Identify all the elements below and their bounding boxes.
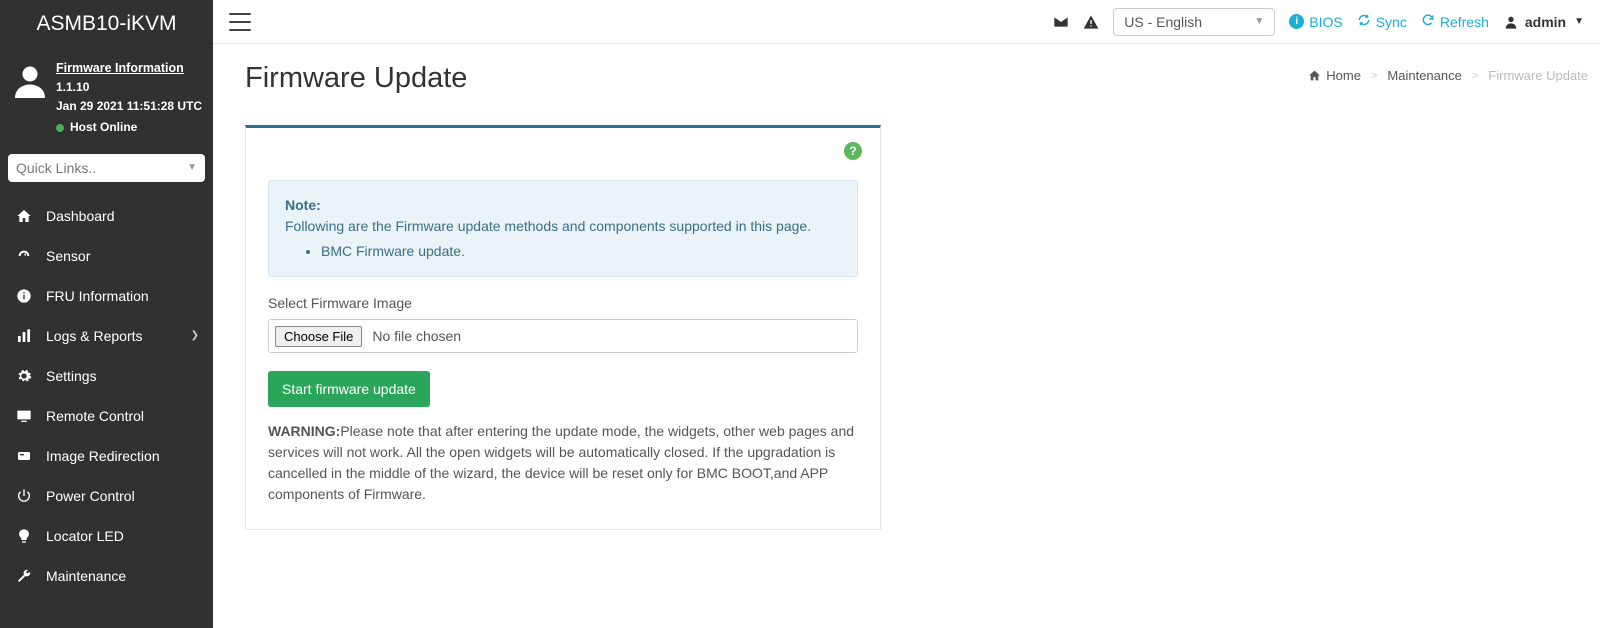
- home-icon: [1308, 69, 1321, 82]
- breadcrumb-separator: >: [1371, 70, 1377, 82]
- disk-icon: [16, 448, 32, 464]
- note-box: Note: Following are the Firmware update …: [268, 180, 858, 277]
- warning-label: WARNING:: [268, 423, 340, 439]
- sidebar-item-sensor[interactable]: Sensor: [0, 236, 213, 276]
- refresh-icon: [1421, 13, 1435, 30]
- firmware-version: 1.1.10: [56, 78, 202, 97]
- sync-label: Sync: [1376, 14, 1407, 30]
- user-menu[interactable]: admin ▼: [1503, 14, 1584, 30]
- chevron-right-icon: ❯: [191, 330, 199, 341]
- power-icon: [16, 488, 32, 504]
- quick-links-dropdown[interactable]: Quick Links.. ▼: [8, 154, 205, 182]
- brand-title: ASMB10-iKVM: [0, 0, 213, 48]
- help-icon[interactable]: ?: [844, 142, 862, 160]
- sidebar-item-locator[interactable]: Locator LED: [0, 516, 213, 556]
- bios-label: BIOS: [1309, 14, 1342, 30]
- quick-links-placeholder: Quick Links..: [16, 160, 96, 176]
- warning-icon[interactable]: [1083, 14, 1099, 30]
- sidebar-item-label: Power Control: [46, 488, 135, 504]
- note-label: Note:: [285, 197, 321, 213]
- sidebar-item-remote[interactable]: Remote Control: [0, 396, 213, 436]
- sidebar-item-settings[interactable]: Settings: [0, 356, 213, 396]
- select-firmware-label: Select Firmware Image: [268, 295, 858, 311]
- sidebar-item-label: Remote Control: [46, 408, 144, 424]
- sidebar-item-label: Maintenance: [46, 568, 126, 584]
- start-firmware-update-button[interactable]: Start firmware update: [268, 371, 430, 407]
- bar-chart-icon: [16, 328, 32, 344]
- sidebar-item-image-redirection[interactable]: Image Redirection: [0, 436, 213, 476]
- monitor-icon: [16, 408, 32, 424]
- note-text: Following are the Firmware update method…: [285, 218, 811, 234]
- warning-body: Please note that after entering the upda…: [268, 423, 854, 502]
- sidebar-item-fru[interactable]: FRU Information: [0, 276, 213, 316]
- sidebar-item-label: Logs & Reports: [46, 328, 143, 344]
- sidebar-item-label: Sensor: [46, 248, 90, 264]
- user-icon: [1503, 14, 1519, 30]
- sidebar-nav: Dashboard Sensor FRU Information Logs & …: [0, 196, 213, 596]
- info-circle-icon: i: [1289, 14, 1304, 29]
- sidebar-item-label: Locator LED: [46, 528, 124, 544]
- gauge-icon: [16, 248, 32, 264]
- mail-icon[interactable]: [1053, 14, 1069, 30]
- breadcrumb-current: Firmware Update: [1488, 68, 1588, 83]
- breadcrumb-maintenance[interactable]: Maintenance: [1387, 68, 1461, 83]
- breadcrumb-home[interactable]: Home: [1308, 68, 1361, 83]
- language-value: US - English: [1124, 14, 1202, 30]
- sidebar-item-label: Dashboard: [46, 208, 115, 224]
- bios-link[interactable]: i BIOS: [1289, 14, 1342, 30]
- info-icon: [16, 288, 32, 304]
- sync-icon: [1357, 13, 1371, 30]
- firmware-update-panel: ? Note: Following are the Firmware updat…: [245, 125, 881, 530]
- breadcrumb: Home > Maintenance > Firmware Update: [1308, 68, 1588, 83]
- warning-text: WARNING:Please note that after entering …: [268, 421, 858, 505]
- sidebar-item-label: Settings: [46, 368, 97, 384]
- wrench-icon: [16, 568, 32, 584]
- sidebar-item-logs[interactable]: Logs & Reports ❯: [0, 316, 213, 356]
- sync-link[interactable]: Sync: [1357, 13, 1407, 30]
- sidebar-item-power[interactable]: Power Control: [0, 476, 213, 516]
- file-input-row[interactable]: Choose File No file chosen: [268, 319, 858, 353]
- user-name: admin: [1525, 14, 1566, 30]
- file-chosen-text: No file chosen: [372, 328, 461, 344]
- caret-down-icon: ▼: [1574, 16, 1584, 27]
- home-icon: [16, 208, 32, 224]
- user-avatar-icon: [12, 62, 48, 98]
- caret-down-icon: ▼: [1254, 16, 1264, 27]
- sidebar-item-maintenance[interactable]: Maintenance: [0, 556, 213, 596]
- refresh-label: Refresh: [1440, 14, 1489, 30]
- host-status-text: Host Online: [70, 118, 137, 137]
- menu-toggle-button[interactable]: [229, 13, 251, 31]
- sidebar-item-label: Image Redirection: [46, 448, 160, 464]
- sidebar-item-label: FRU Information: [46, 288, 149, 304]
- caret-down-icon: ▼: [187, 162, 197, 173]
- firmware-info-link[interactable]: Firmware Information: [56, 58, 202, 78]
- choose-file-button[interactable]: Choose File: [275, 326, 362, 347]
- gear-icon: [16, 368, 32, 384]
- bulb-icon: [16, 528, 32, 544]
- sidebar: ASMB10-iKVM Firmware Information 1.1.10 …: [0, 0, 213, 628]
- host-status: Host Online: [56, 118, 202, 137]
- firmware-date: Jan 29 2021 11:51:28 UTC: [56, 97, 202, 116]
- topbar: US - English ▼ i BIOS Sync Refresh: [213, 0, 1600, 44]
- sidebar-item-dashboard[interactable]: Dashboard: [0, 196, 213, 236]
- language-select[interactable]: US - English ▼: [1113, 8, 1275, 36]
- status-dot-icon: [56, 124, 64, 132]
- breadcrumb-separator: >: [1472, 70, 1478, 82]
- note-list-item: BMC Firmware update.: [321, 241, 841, 262]
- refresh-link[interactable]: Refresh: [1421, 13, 1489, 30]
- firmware-info-block: Firmware Information 1.1.10 Jan 29 2021 …: [0, 48, 213, 146]
